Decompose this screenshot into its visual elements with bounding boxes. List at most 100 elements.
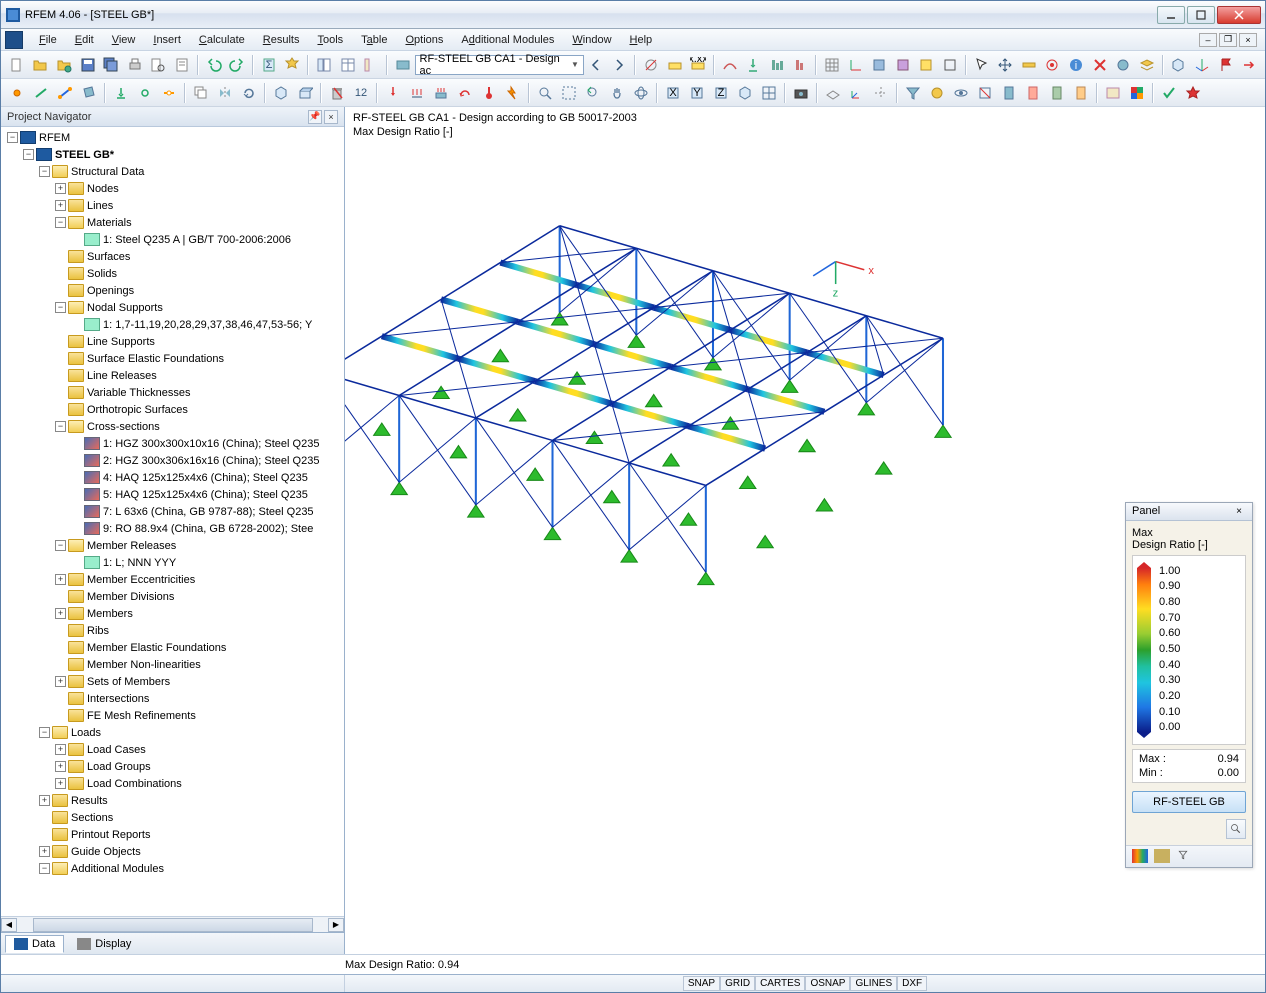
menu-view[interactable]: View (104, 32, 144, 48)
grid-toggle-icon[interactable] (821, 54, 843, 76)
navigator-icon[interactable] (313, 54, 335, 76)
status-toggle-dxf[interactable]: DXF (897, 976, 927, 991)
navigator-close-button[interactable]: × (324, 110, 338, 124)
tree-twisty[interactable]: + (39, 846, 50, 857)
tb2-guides-icon[interactable] (870, 82, 892, 104)
save-icon[interactable] (77, 54, 99, 76)
menu-insert[interactable]: Insert (145, 32, 189, 48)
tree-results[interactable]: +Results (3, 792, 344, 809)
tb2-load-area-icon[interactable] (430, 82, 452, 104)
tb2-filter-1-icon[interactable] (902, 82, 924, 104)
snap-icon[interactable] (1042, 54, 1064, 76)
tb2-work-plane-icon[interactable] (822, 82, 844, 104)
tree-fe-mesh[interactable]: FE Mesh Refinements (3, 707, 344, 724)
menu-table[interactable]: Table (353, 32, 395, 48)
diagram-2-icon[interactable] (790, 54, 812, 76)
menu-calculate[interactable]: Calculate (191, 32, 253, 48)
tb2-screenshot-icon[interactable] (790, 82, 812, 104)
menu-file[interactable]: File (31, 32, 65, 48)
select-icon[interactable] (971, 54, 993, 76)
tb2-view-x-icon[interactable]: X (662, 82, 684, 104)
deform-icon[interactable] (719, 54, 741, 76)
diagram-1-icon[interactable] (766, 54, 788, 76)
render-2-icon[interactable] (892, 54, 914, 76)
tree-printout[interactable]: Printout Reports (3, 826, 344, 843)
tb2-sect-2-icon[interactable] (1022, 82, 1044, 104)
move-icon[interactable] (994, 54, 1016, 76)
tree-twisty[interactable]: + (55, 778, 66, 789)
tb2-display-opt-icon[interactable] (1102, 82, 1124, 104)
tb2-box-icon[interactable] (270, 82, 292, 104)
tree-loads[interactable]: −Loads (3, 724, 344, 741)
scroll-left-icon[interactable]: ◀ (1, 918, 17, 932)
tree-cs-5[interactable]: 5: HAQ 125x125x4x6 (China); Steel Q235 (3, 486, 344, 503)
tree-load-groups[interactable]: +Load Groups (3, 758, 344, 775)
minimize-button[interactable] (1157, 6, 1185, 24)
results-values-icon[interactable]: x.xx (687, 54, 709, 76)
mdi-close-button[interactable]: × (1239, 33, 1257, 47)
tree-twisty[interactable]: + (55, 744, 66, 755)
tree-intersections[interactable]: Intersections (3, 690, 344, 707)
tb2-rotate-icon[interactable] (238, 82, 260, 104)
save-all-icon[interactable] (100, 54, 122, 76)
panel-scale-icon[interactable] (1154, 849, 1170, 863)
view-axis-icon[interactable] (1191, 54, 1213, 76)
tree-lines[interactable]: +Lines (3, 197, 344, 214)
tree-load-cases[interactable]: +Load Cases (3, 741, 344, 758)
tree-cs-7[interactable]: 7: L 63x6 (China, GB 9787-88); Steel Q23… (3, 503, 344, 520)
tb2-load-imp-icon[interactable] (502, 82, 524, 104)
tree-twisty[interactable]: − (55, 540, 66, 551)
panel-close-button[interactable]: × (1232, 504, 1246, 518)
tree-member-releases[interactable]: −Member Releases (3, 537, 344, 554)
tree-twisty[interactable]: − (39, 863, 50, 874)
status-toggle-osnap[interactable]: OSNAP (805, 976, 850, 991)
tool-x-icon[interactable] (1089, 54, 1111, 76)
tb2-colors-icon[interactable] (1126, 82, 1148, 104)
tree-cross-sections[interactable]: −Cross-sections (3, 418, 344, 435)
tree-project[interactable]: −STEEL GB* (3, 146, 344, 163)
module-icon[interactable] (392, 54, 414, 76)
redo-icon[interactable] (226, 54, 248, 76)
print-icon[interactable] (124, 54, 146, 76)
tb2-filter-2-icon[interactable] (926, 82, 948, 104)
tree-twisty[interactable]: + (55, 574, 66, 585)
render-wire-icon[interactable] (939, 54, 961, 76)
tree-nodal-support-1[interactable]: 1: 1,7-11,19,20,28,29,37,38,46,47,53-56;… (3, 316, 344, 333)
tb2-pan-icon[interactable] (606, 82, 628, 104)
navigator-pin-button[interactable]: 📌 (308, 110, 322, 124)
tab-display[interactable]: Display (68, 935, 140, 953)
tb2-hinge-icon[interactable] (134, 82, 156, 104)
tb2-node-icon[interactable] (6, 82, 28, 104)
panel-titlebar[interactable]: Panel × (1126, 503, 1252, 521)
tb2-zoom-all-icon[interactable] (534, 82, 556, 104)
tb2-member-icon[interactable] (54, 82, 76, 104)
menu-tools[interactable]: Tools (309, 32, 351, 48)
mdi-restore-button[interactable]: ❐ (1219, 33, 1237, 47)
module-button[interactable]: RF-STEEL GB (1132, 791, 1246, 813)
tree-surface-elastic[interactable]: Surface Elastic Foundations (3, 350, 344, 367)
tree-cs-4[interactable]: 4: HAQ 125x125x4x6 (China); Steel Q235 (3, 469, 344, 486)
tree-twisty[interactable]: − (39, 727, 50, 738)
tb2-sect-4-icon[interactable] (1070, 82, 1092, 104)
scroll-thumb[interactable] (33, 918, 313, 932)
status-toggle-snap[interactable]: SNAP (683, 976, 720, 991)
load-case-combo[interactable]: RF-STEEL GB CA1 - Design ac ▼ (415, 55, 584, 75)
tool-layers-icon[interactable] (1136, 54, 1158, 76)
tree-twisty[interactable]: + (55, 676, 66, 687)
open-icon[interactable] (30, 54, 52, 76)
support-react-icon[interactable] (743, 54, 765, 76)
tb2-copy-icon[interactable] (190, 82, 212, 104)
tool-g-icon[interactable] (1112, 54, 1134, 76)
open-recent-icon[interactable] (53, 54, 75, 76)
tb2-view-iso-icon[interactable] (734, 82, 756, 104)
status-toggle-cartes[interactable]: CARTES (755, 976, 805, 991)
panel-icon[interactable] (360, 54, 382, 76)
tb2-sect-1-icon[interactable] (998, 82, 1020, 104)
tree-structural-data[interactable]: −Structural Data (3, 163, 344, 180)
tb2-check-icon[interactable] (1158, 82, 1180, 104)
tb2-extrude-icon[interactable] (294, 82, 316, 104)
undo-icon[interactable] (203, 54, 225, 76)
tree-cs-1[interactable]: 1: HGZ 300x300x10x16 (China); Steel Q235 (3, 435, 344, 452)
tree-ribs[interactable]: Ribs (3, 622, 344, 639)
tree-member-div[interactable]: Member Divisions (3, 588, 344, 605)
